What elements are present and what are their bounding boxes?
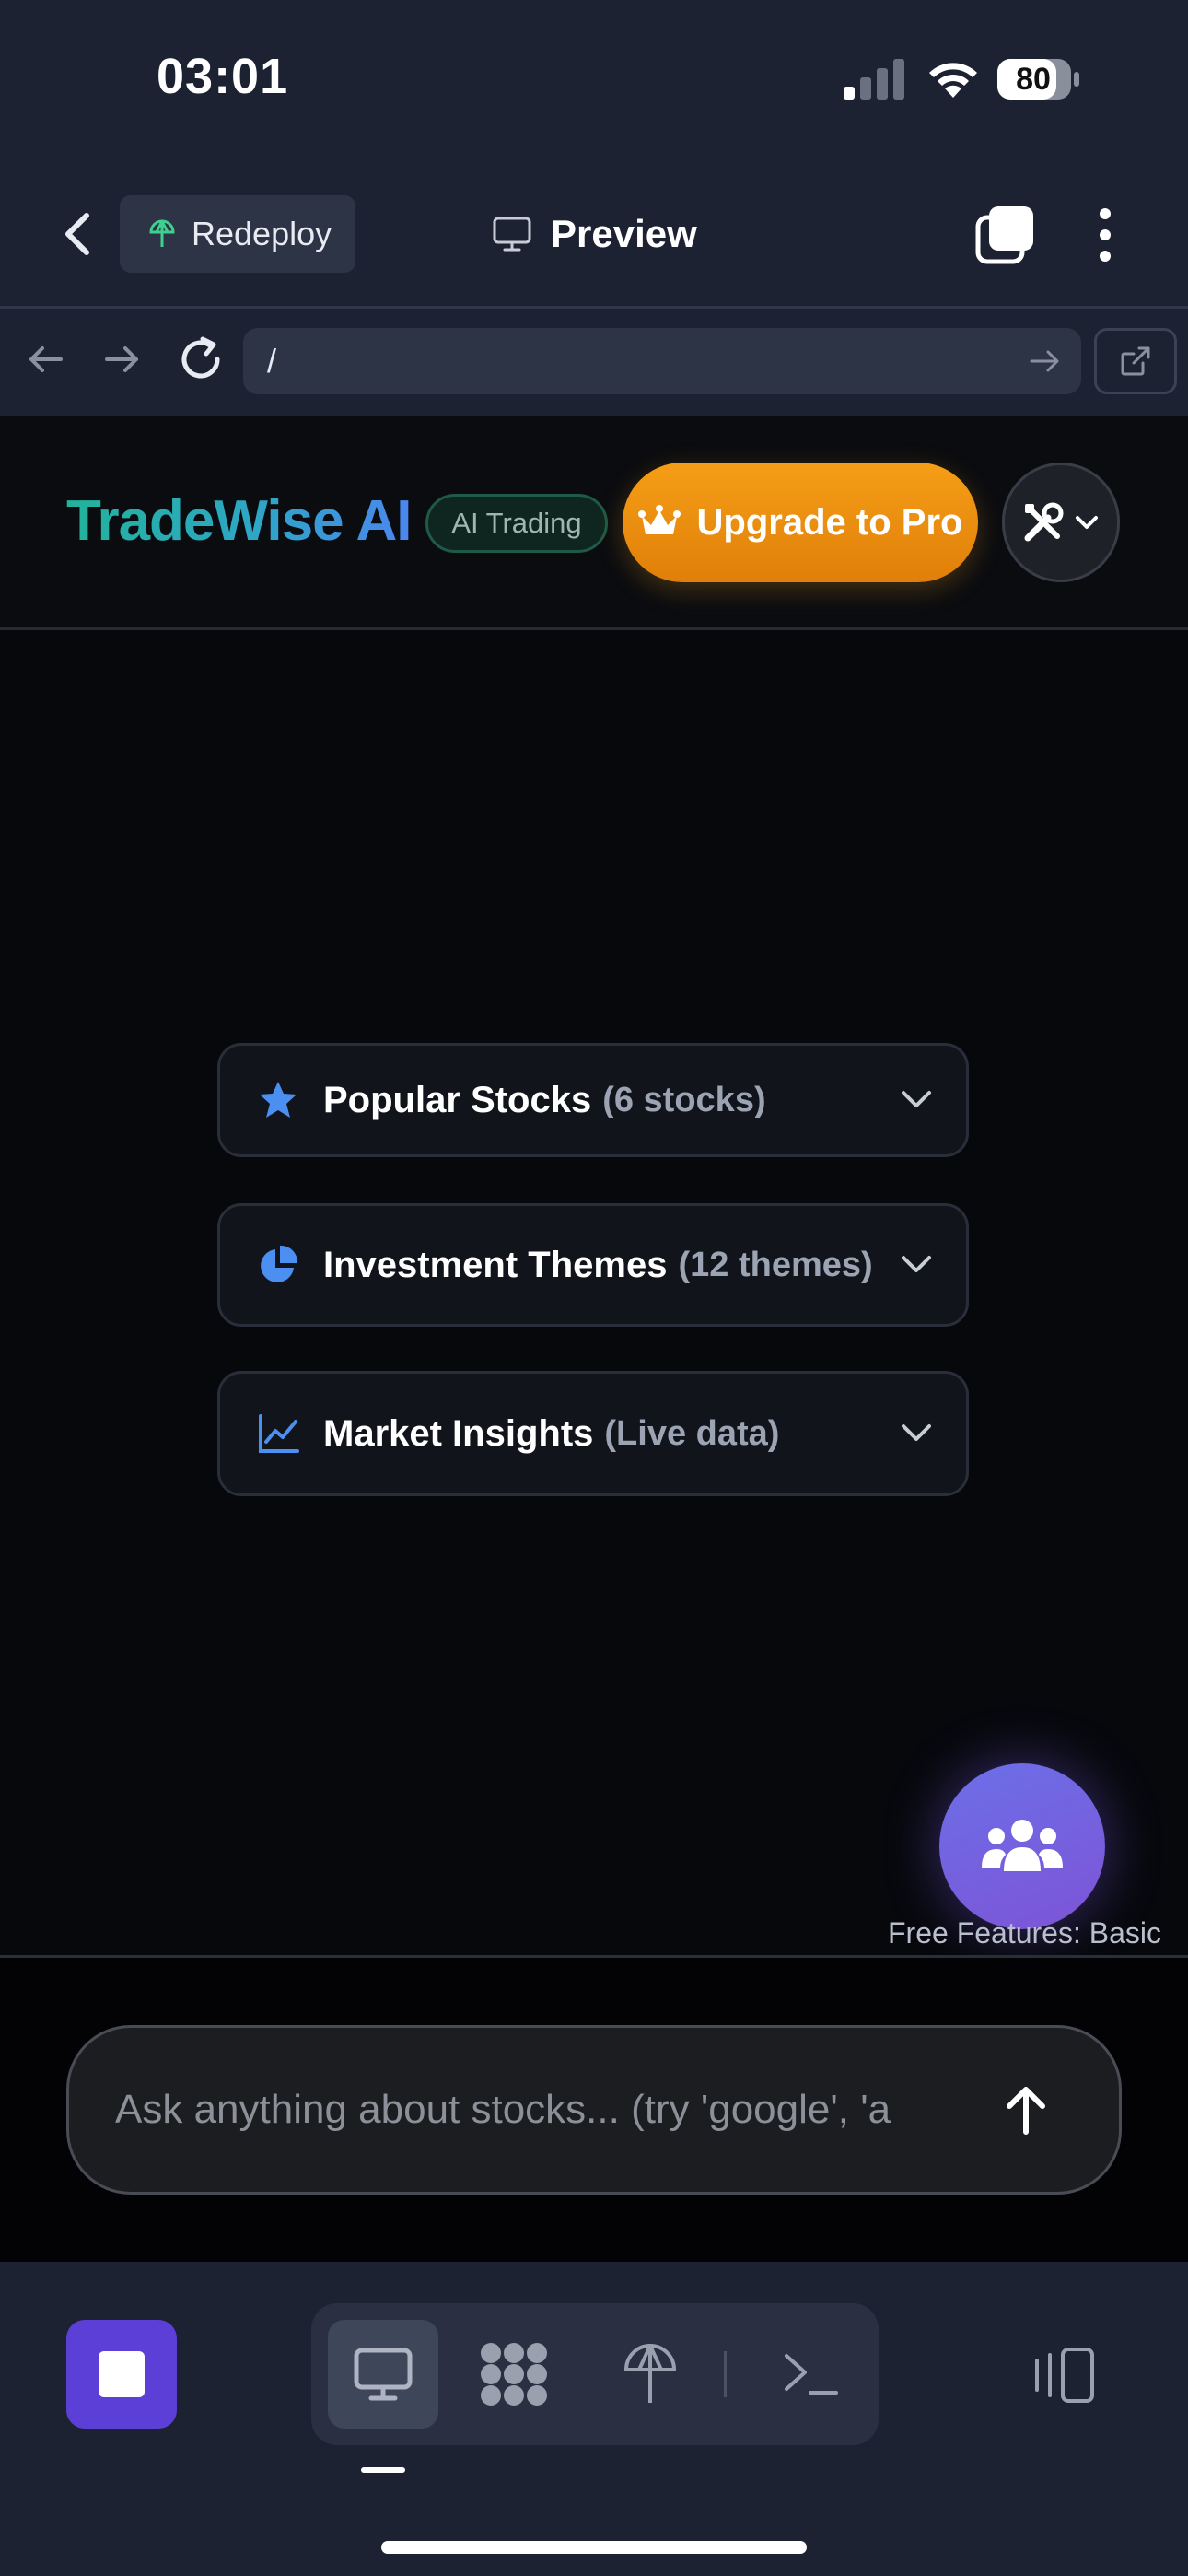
terminal-icon (785, 2354, 838, 2395)
section-count: (12 themes) (678, 1245, 873, 1284)
monitor-icon (493, 217, 531, 252)
redeploy-button[interactable]: Redeploy (120, 195, 355, 273)
nav-back-icon[interactable] (20, 334, 72, 385)
preview-tool-button[interactable] (328, 2320, 438, 2429)
chevron-down-icon (1076, 516, 1098, 529)
open-external-button[interactable] (1094, 328, 1177, 394)
crown-icon (637, 505, 681, 534)
pie-chart-icon (261, 1245, 298, 1282)
section-title: Investment Themes (323, 1244, 668, 1285)
status-time: 03:01 (157, 49, 289, 104)
preview-label: Preview (551, 212, 697, 255)
upgrade-to-pro-button[interactable]: Upgrade to Pro (623, 463, 978, 582)
battery-indicator: 80 (996, 57, 1081, 101)
reload-icon[interactable] (173, 332, 228, 387)
split-layout-icon (1035, 2348, 1094, 2403)
stop-button[interactable] (66, 2320, 177, 2429)
section-count: (Live data) (604, 1413, 780, 1453)
free-features-label: Free Features: Basic (888, 1916, 1161, 1950)
stop-icon (99, 2351, 145, 2397)
url-go-icon[interactable] (1024, 341, 1065, 381)
tabs-icon[interactable] (974, 205, 1037, 265)
section-title: Popular Stocks (323, 1079, 592, 1120)
brand-logo-text[interactable]: TradeWise AI (66, 488, 413, 554)
tools-menu-button[interactable] (1002, 463, 1120, 582)
layout-toggle-button[interactable] (1028, 2338, 1101, 2412)
upgrade-label: Upgrade to Pro (696, 501, 963, 543)
active-tab-indicator (361, 2467, 405, 2473)
home-indicator (381, 2541, 807, 2554)
chevron-down-icon (902, 1091, 931, 1107)
cellular-signal-icon (844, 59, 904, 100)
chat-input[interactable]: Ask anything about stocks... (try 'googl… (66, 2025, 1122, 2195)
url-value: / (267, 342, 277, 380)
wifi-icon (929, 63, 977, 98)
ai-trading-badge: AI Trading (425, 494, 608, 553)
chat-placeholder: Ask anything about stocks... (try 'googl… (115, 2087, 891, 2132)
popular-stocks-section[interactable]: Popular Stocks (6 stocks) (217, 1043, 969, 1157)
back-icon[interactable] (52, 205, 103, 263)
more-options-icon[interactable] (1087, 205, 1124, 265)
section-count: (6 stocks) (602, 1080, 766, 1119)
url-input[interactable]: / (243, 328, 1081, 394)
chevron-down-icon (902, 1424, 931, 1441)
preview-title: Preview (492, 205, 697, 263)
community-button[interactable] (939, 1763, 1105, 1929)
apps-tool-button[interactable] (466, 2333, 562, 2416)
battery-level: 80 (1016, 61, 1051, 97)
redeploy-label: Redeploy (192, 215, 332, 252)
deploy-globe-icon (149, 219, 175, 247)
chevron-down-icon (902, 1256, 931, 1272)
tools-icon (1024, 502, 1064, 542)
terminal-tool-button[interactable] (768, 2333, 853, 2416)
users-group-icon (982, 1820, 1063, 1871)
line-chart-icon (259, 1414, 299, 1453)
deploy-tool-button[interactable] (611, 2333, 689, 2416)
nav-forward-icon[interactable] (96, 334, 147, 385)
investment-themes-section[interactable]: Investment Themes (12 themes) (217, 1203, 969, 1327)
market-insights-section[interactable]: Market Insights (Live data) (217, 1371, 969, 1496)
send-arrow-icon[interactable] (998, 2080, 1054, 2139)
star-icon (260, 1082, 297, 1118)
tool-separator (724, 2351, 727, 2397)
monitor-icon (354, 2348, 413, 2401)
deploy-globe-icon (623, 2344, 677, 2403)
apps-grid-icon (481, 2343, 547, 2406)
section-title: Market Insights (323, 1412, 594, 1454)
external-link-icon (1121, 346, 1150, 376)
